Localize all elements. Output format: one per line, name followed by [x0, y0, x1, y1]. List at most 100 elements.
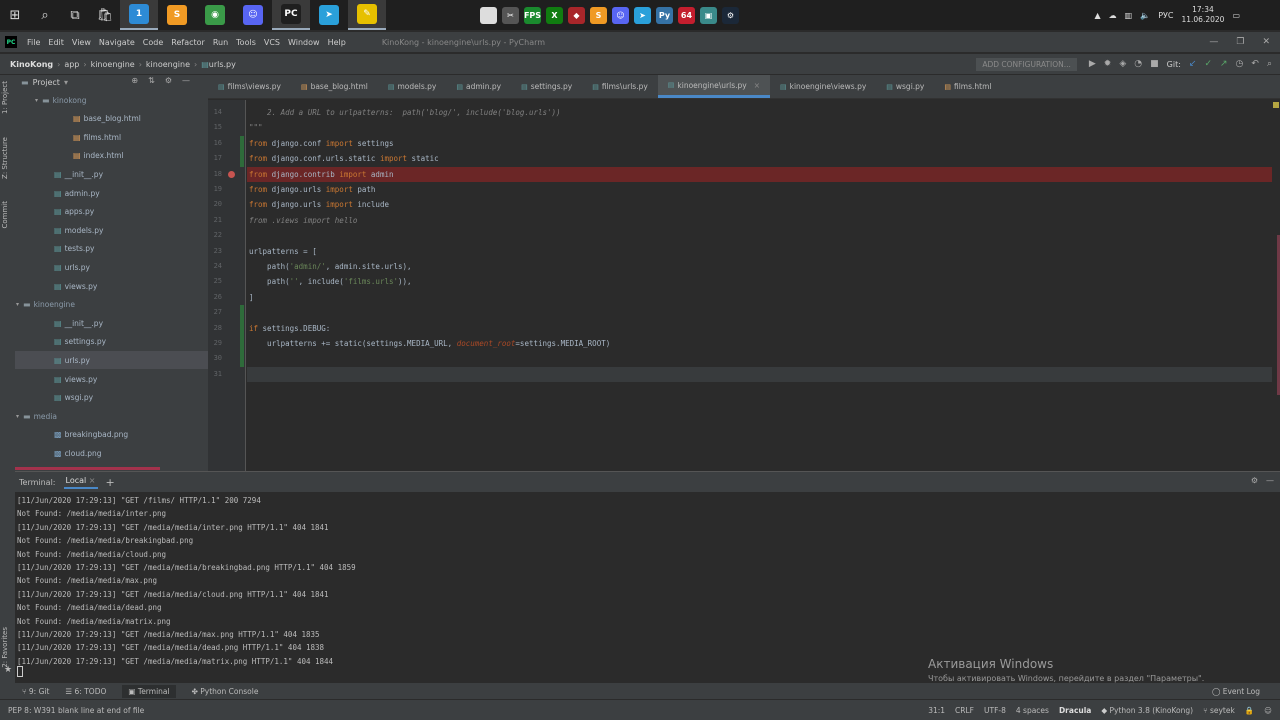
hide-icon[interactable]: —	[182, 76, 190, 85]
stop-icon[interactable]: ■	[1150, 59, 1159, 69]
editor-tab[interactable]: ▤ models.py	[378, 75, 446, 98]
code-line[interactable]: from .views import hello	[247, 213, 1272, 228]
tree-item[interactable]: ▤ urls.py	[15, 351, 208, 370]
menu-run[interactable]: Run	[209, 38, 232, 47]
tool-icon[interactable]: ✂	[502, 6, 519, 24]
favorites-tool-tab[interactable]: 2: Favorites	[1, 627, 9, 668]
editor-tab[interactable]: ▤ admin.py	[446, 75, 511, 98]
network-icon[interactable]: ▥	[1125, 11, 1133, 20]
event-log-button[interactable]: ◯ Event Log	[1212, 683, 1260, 699]
telegram-icon[interactable]: ➤	[634, 6, 651, 24]
coverage-icon[interactable]: ◈	[1119, 59, 1126, 69]
tree-item[interactable]: ▤ index.html	[15, 147, 208, 165]
taskbar-app-discord[interactable]: ☺	[234, 0, 272, 30]
editor-tab[interactable]: ▤ films\views.py	[208, 75, 291, 98]
tree-item[interactable]: ▤ apps.py	[15, 203, 208, 221]
code-line[interactable]: if settings.DEBUG:	[247, 321, 1272, 336]
tree-item[interactable]: ▾ ▬ kinokong	[15, 91, 208, 109]
inspection-warning-icon[interactable]	[1273, 102, 1279, 108]
git-push-icon[interactable]: ↗	[1220, 59, 1228, 69]
taskbar-app-folder[interactable]: 1	[120, 0, 158, 30]
taskbar-app-pycharm[interactable]: PC	[272, 0, 310, 30]
taskbar-app-telegram[interactable]: ➤	[310, 0, 348, 30]
hide-icon[interactable]: —	[1266, 476, 1274, 485]
search-everywhere-icon[interactable]: ⌕	[1267, 59, 1272, 69]
debug-icon[interactable]: ✹	[1104, 59, 1112, 69]
code-line[interactable]	[247, 366, 1272, 382]
taskbar-app-chrome[interactable]: ◉	[196, 0, 234, 30]
search-icon[interactable]: ⌕	[30, 0, 60, 30]
gear-icon[interactable]: ⚙	[165, 76, 172, 85]
menu-view[interactable]: View	[68, 38, 95, 47]
gear-icon[interactable]: ⚙	[1251, 476, 1258, 485]
code-line[interactable]: from django.urls import path	[247, 182, 1272, 197]
vcs-change-marker[interactable]	[240, 351, 244, 368]
windows-start-icon[interactable]: ⊞	[0, 0, 30, 30]
editor-tab[interactable]: ▤ wsgi.py	[876, 75, 934, 98]
steam-icon[interactable]: ⚙	[722, 6, 739, 24]
xbox-icon[interactable]: X	[546, 6, 563, 24]
language-indicator[interactable]: РУС	[1158, 11, 1173, 20]
minimize-icon[interactable]: —	[1209, 37, 1218, 47]
tree-item[interactable]: ▩ breakingbad.png	[15, 426, 208, 444]
volume-icon[interactable]: 🔈	[1140, 11, 1150, 20]
theme-name[interactable]: Dracula	[1059, 706, 1091, 715]
structure-tool-tab[interactable]: Z: Structure	[1, 137, 9, 179]
chevron-down-icon[interactable]: ▾	[16, 301, 19, 308]
terminal-tab-local[interactable]: Local ×	[63, 476, 98, 489]
code-editor[interactable]: 2. Add a URL to urlpatterns: path('blog/…	[247, 100, 1280, 471]
todo-tool-button[interactable]: ☰ 6: TODO	[65, 687, 106, 696]
vcs-change-marker[interactable]	[240, 135, 244, 152]
editor-tab[interactable]: ▤ kinoengine\views.py	[770, 75, 876, 98]
code-line[interactable]: from django.contrib import admin	[247, 166, 1272, 182]
tree-item[interactable]: ▤ models.py	[15, 221, 208, 239]
editor-tab[interactable]: ▤ films.html	[934, 75, 1001, 98]
line-separator[interactable]: CRLF	[955, 706, 974, 715]
git-update-icon[interactable]: ↙	[1189, 59, 1197, 69]
lock-icon[interactable]: 🔒	[1245, 706, 1254, 715]
chevron-down-icon[interactable]: ▾	[35, 97, 38, 104]
code-line[interactable]: urlpatterns += static(settings.MEDIA_URL…	[247, 336, 1272, 351]
breadcrumb-item[interactable]: urls.py	[209, 60, 236, 69]
git-tool-button[interactable]: ⑂ 9: Git	[22, 687, 49, 696]
tree-item[interactable]: ▤ __init__.py	[15, 165, 208, 183]
code-line[interactable]: ]	[247, 290, 1272, 305]
code-line[interactable]	[247, 305, 1272, 320]
project-tool-tab[interactable]: 1: Project	[1, 81, 9, 114]
menu-navigate[interactable]: Navigate	[95, 38, 139, 47]
menu-tools[interactable]: Tools	[232, 38, 260, 47]
menu-help[interactable]: Help	[324, 38, 350, 47]
new-terminal-icon[interactable]: +	[106, 476, 115, 489]
terminal-tool-button[interactable]: ▣ Terminal	[122, 684, 176, 698]
close-tab-icon[interactable]: ×	[89, 476, 96, 485]
vcs-change-marker[interactable]	[240, 320, 244, 337]
editor-gutter[interactable]: 14 15 16 17 18 19 20 21 22 23 24 25 26 27 28 29 30 31	[208, 100, 246, 471]
maximize-icon[interactable]: ❐	[1236, 37, 1244, 47]
breadcrumb-item[interactable]: app	[64, 60, 79, 69]
tray-chevron-icon[interactable]: ▲	[1095, 11, 1101, 20]
gpu-icon[interactable]: FPS	[524, 6, 541, 24]
git-commit-icon[interactable]: ✓	[1204, 59, 1212, 69]
breadcrumb-item[interactable]: kinoengine	[91, 60, 135, 69]
vcs-change-marker[interactable]	[240, 151, 244, 168]
editor-tab[interactable]: ▤ base_blog.html	[291, 75, 378, 98]
breadcrumb-item[interactable]: kinoengine	[146, 60, 190, 69]
sublime-icon[interactable]: S	[590, 6, 607, 24]
collapse-icon[interactable]: ⇅	[148, 76, 155, 85]
taskbar-app-notes[interactable]: ✎	[348, 0, 386, 30]
dota-icon[interactable]: ◆	[568, 6, 585, 24]
menu-file[interactable]: File	[23, 38, 44, 47]
commit-tool-tab[interactable]: Commit	[1, 201, 9, 229]
code-line[interactable]: """	[247, 120, 1272, 135]
breakpoint-icon[interactable]	[228, 170, 235, 178]
add-configuration-button[interactable]: ADD CONFIGURATION...	[976, 57, 1077, 71]
history-icon[interactable]: ◷	[1236, 59, 1244, 69]
tree-item[interactable]: ▩ cloud.png	[15, 444, 208, 462]
breadcrumb-item[interactable]: KinoKong	[10, 60, 53, 69]
code-line[interactable]: from django.conf.urls.static import stat…	[247, 151, 1272, 166]
file-encoding[interactable]: UTF-8	[984, 706, 1006, 715]
code-line[interactable]: 2. Add a URL to urlpatterns: path('blog/…	[247, 105, 1272, 120]
store-icon[interactable]: 🛍	[90, 0, 120, 30]
menu-code[interactable]: Code	[139, 38, 167, 47]
menu-vcs[interactable]: VCS	[260, 38, 284, 47]
